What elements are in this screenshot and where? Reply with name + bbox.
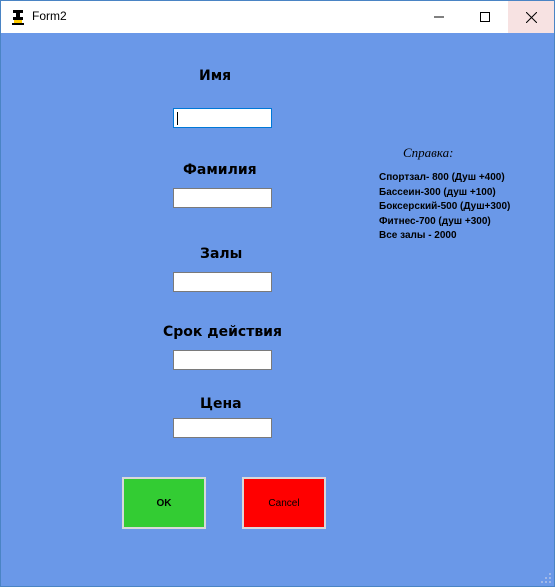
form2-window: Form2 Имя Фамилия Залы Срок действия Цен… bbox=[0, 0, 555, 587]
help-item-fitness: Фитнес-700 (душ +300) bbox=[379, 215, 491, 227]
ok-button-label: OK bbox=[156, 497, 172, 509]
help-item-boxing: Боксерский-500 (Душ+300) bbox=[379, 201, 511, 212]
validity-input[interactable] bbox=[173, 350, 272, 370]
resize-grip-icon[interactable] bbox=[540, 572, 552, 584]
maximize-button[interactable] bbox=[462, 1, 508, 33]
halls-label: Залы bbox=[200, 246, 243, 262]
price-input[interactable] bbox=[173, 418, 272, 438]
ok-button[interactable]: OK bbox=[122, 477, 206, 529]
surname-label: Фамилия bbox=[183, 162, 257, 178]
app-icon bbox=[12, 10, 24, 25]
close-icon bbox=[525, 11, 537, 23]
help-item-all-halls: Все залы - 2000 bbox=[379, 230, 457, 241]
validity-label: Срок действия bbox=[163, 324, 282, 340]
halls-input[interactable] bbox=[173, 272, 272, 292]
close-button[interactable] bbox=[508, 1, 554, 33]
name-input[interactable] bbox=[173, 108, 272, 128]
help-item-pool: Бассеин-300 (душ +100) bbox=[379, 186, 496, 198]
minimize-button[interactable] bbox=[416, 1, 462, 33]
title-bar[interactable]: Form2 bbox=[1, 1, 554, 33]
help-title: Справка: bbox=[403, 145, 454, 160]
cancel-button[interactable]: Cancel bbox=[242, 477, 326, 529]
maximize-icon bbox=[480, 12, 490, 22]
help-price-list: Спортзал- 800 (Душ +400) Бассеин-300 (ду… bbox=[379, 171, 510, 244]
cancel-button-label: Cancel bbox=[268, 497, 300, 509]
minimize-icon bbox=[434, 16, 444, 18]
help-item-gym: Спортзал- 800 (Душ +400) bbox=[379, 172, 505, 183]
name-label: Имя bbox=[199, 68, 232, 84]
price-label: Цена bbox=[200, 396, 242, 412]
surname-input[interactable] bbox=[173, 188, 272, 208]
window-title: Form2 bbox=[32, 9, 67, 23]
text-caret bbox=[177, 112, 178, 125]
